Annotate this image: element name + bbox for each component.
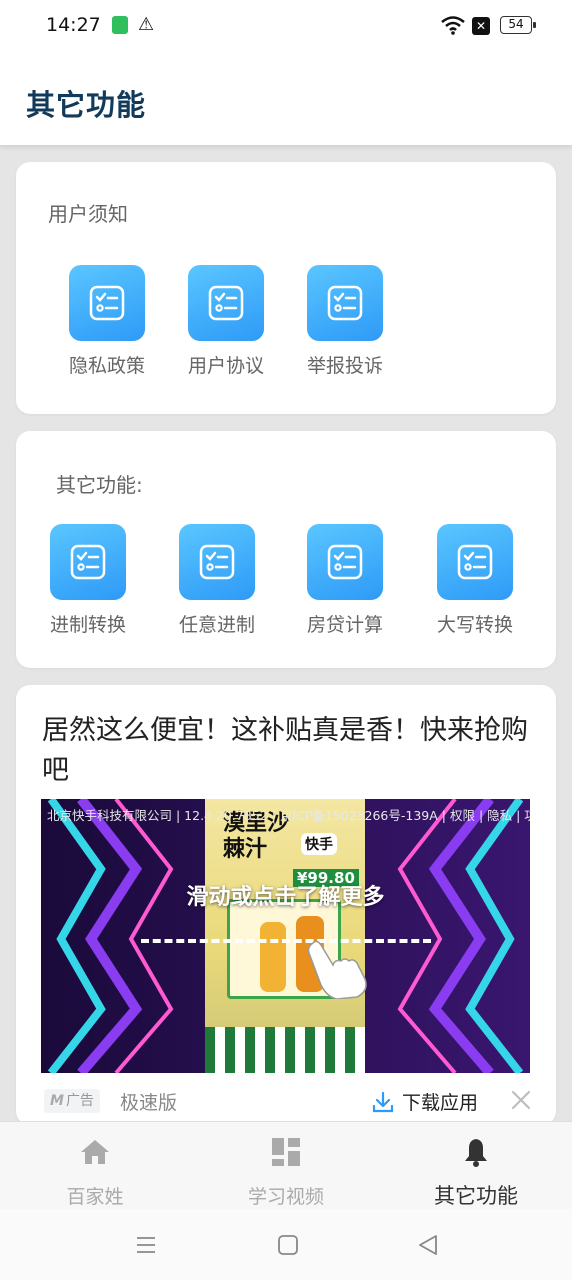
item-label: 隐私政策 [68,355,145,377]
section-title: 用户须知 [48,202,128,226]
item-label: 大写转换 [436,614,513,636]
checklist-icon [179,524,255,600]
warning-icon: ⚠ [138,14,155,35]
kuaishou-logo-icon: M [50,1093,64,1109]
home-icon [81,1140,109,1164]
ad-cta-text: 滑动或点击了解更多 [186,885,385,910]
product-brand: 快手 [301,833,337,855]
ad-company-info: 北京快手科技有限公司 | 12.4.20.7852 | 京ICP备1502326… [47,808,530,823]
item-label: 举报投诉 [306,355,383,377]
checklist-icon [437,524,513,600]
bottom-navigation: 百家姓 学习视频 其它功能 [0,1121,572,1209]
close-icon[interactable] [510,1089,532,1111]
ad-badge-label: 广告 [65,1093,94,1109]
ad-headline[interactable]: 居然这么便宜！这补贴真是香！快来抢购吧 [42,711,534,791]
ad-product-image: 漠里沙棘汁 快手 ¥99.80 [205,799,365,1073]
app-header: 其它功能 [0,52,572,146]
nav-item-other-functions[interactable]: 其它功能 [406,1136,546,1210]
other-functions-card: 其它功能: 进制转换 任意进制 房贷计算 大写转换 [16,431,556,668]
uppercase-conversion-item[interactable]: 大写转换 [420,524,530,637]
item-label: 进制转换 [49,614,126,636]
nav-item-study-videos[interactable]: 学习视频 [216,1136,356,1209]
checklist-icon [307,524,383,600]
item-label: 用户协议 [187,355,264,377]
bell-icon [465,1139,487,1167]
user-agreement-item[interactable]: 用户协议 [171,265,281,378]
ad-source: 极速版 [120,1092,178,1114]
report-complaint-item[interactable]: 举报投诉 [290,265,400,378]
battery-indicator: 54 [500,16,536,34]
ad-media[interactable]: 漠里沙棘汁 快手 ¥99.80 北京快手科技有限公司 | 12.4.20.785… [41,799,530,1073]
base-conversion-item[interactable]: 进制转换 [33,524,143,637]
menu-icon[interactable] [134,1233,158,1257]
page-title: 其它功能 [26,88,147,122]
checklist-icon [69,265,145,341]
swipe-line [141,939,431,943]
item-label: 任意进制 [178,614,255,636]
privacy-policy-item[interactable]: 隐私政策 [52,265,162,378]
dashboard-icon [272,1138,300,1166]
mortgage-calculator-item[interactable]: 房贷计算 [290,524,400,637]
nav-label: 百家姓 [66,1186,124,1208]
item-label: 房贷计算 [306,614,383,636]
arbitrary-base-item[interactable]: 任意进制 [162,524,272,637]
checklist-icon [50,524,126,600]
user-notice-card: 用户须知 隐私政策 用户协议 举报投诉 [16,162,556,414]
ad-badge: M 广告 [44,1089,100,1113]
status-time: 14:27 [46,14,101,36]
nav-label: 其它功能 [434,1184,518,1208]
no-sim-icon: ✕ [472,17,490,35]
stripe-pattern [205,1027,365,1073]
back-icon[interactable] [416,1233,440,1257]
nav-label: 学习视频 [247,1186,324,1208]
status-bar: 14:27 ⚠ ✕ 54 [0,0,572,52]
download-label: 下载应用 [402,1092,479,1114]
download-app-button[interactable]: 下载应用 [372,1088,478,1115]
ad-card[interactable]: 居然这么便宜！这补贴真是香！快来抢购吧 漠里沙棘汁 快手 ¥99.80 北京快手… [16,685,556,1125]
system-navigation-bar [0,1209,572,1280]
section-title: 其它功能: [56,473,143,497]
nav-item-surnames[interactable]: 百家姓 [25,1136,165,1209]
checklist-icon [307,265,383,341]
home-button-icon[interactable] [276,1233,300,1257]
app-notification-icon [112,16,128,34]
checklist-icon [188,265,264,341]
download-icon [372,1091,394,1112]
wifi-icon [441,16,465,35]
hand-pointer-icon [307,940,367,999]
bottle-graphic [260,922,286,992]
